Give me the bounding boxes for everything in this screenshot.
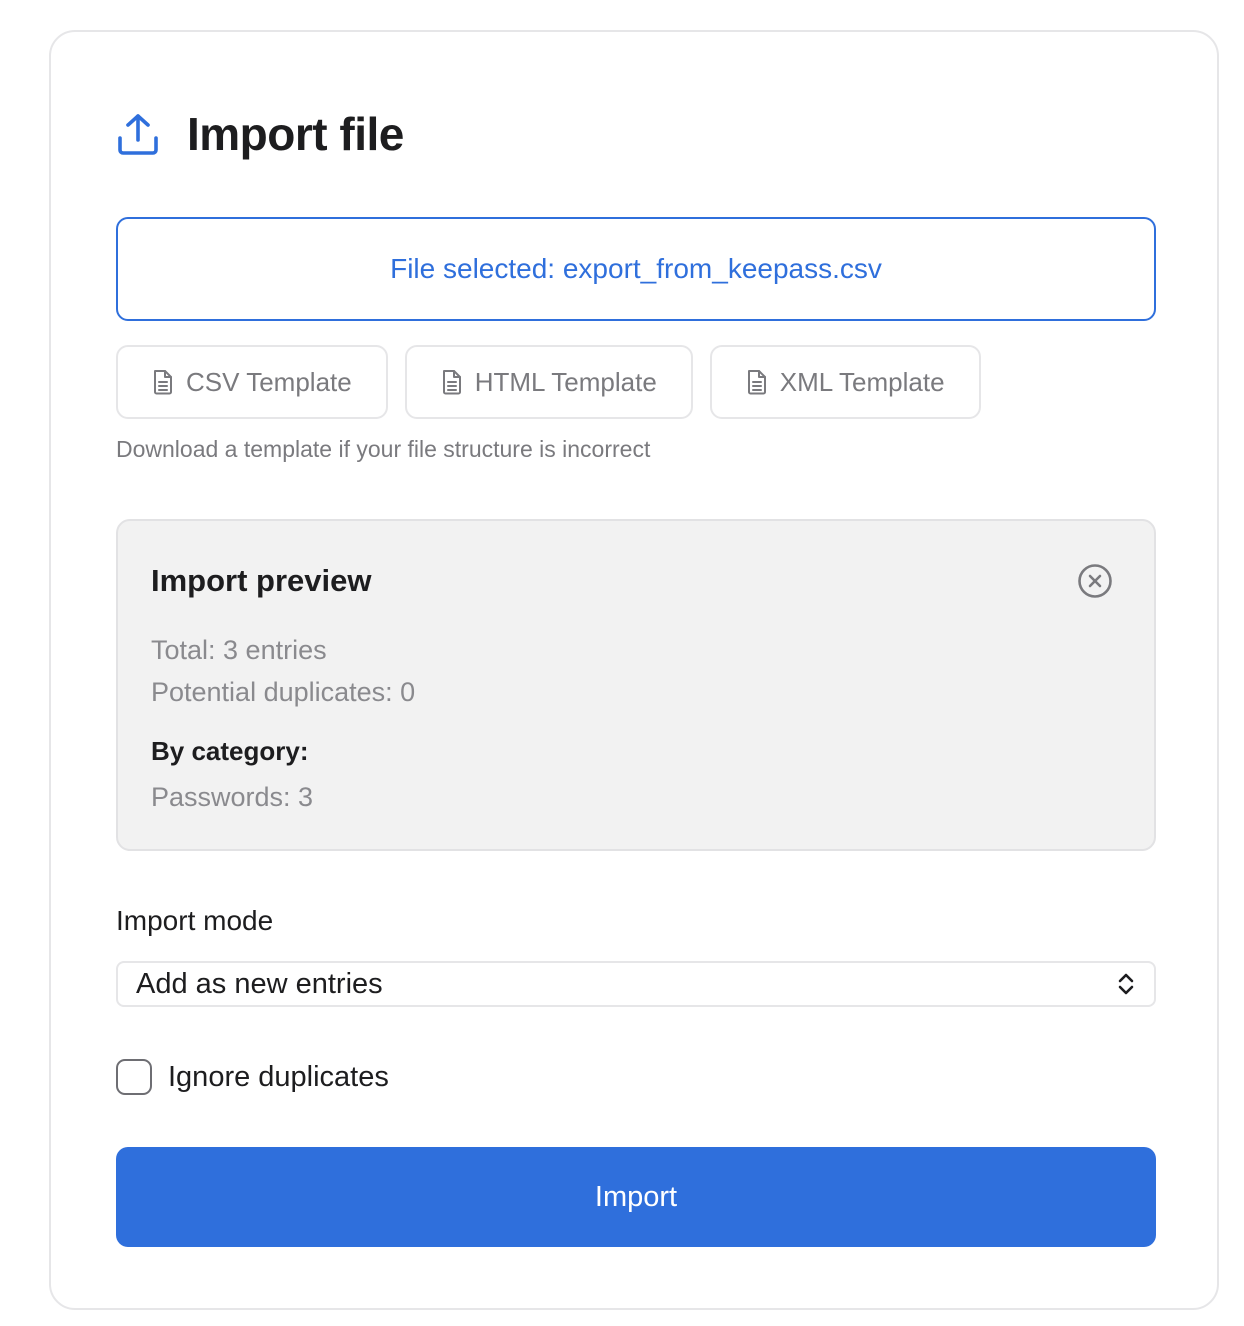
import-mode-select[interactable]: Add as new entries bbox=[116, 961, 1156, 1007]
template-buttons: CSV Template HTML Template XML Template bbox=[116, 345, 981, 419]
potential-duplicates: Potential duplicates: 0 bbox=[151, 677, 416, 707]
page-title: Import file bbox=[187, 108, 404, 160]
ignore-duplicates-row: Ignore duplicates bbox=[116, 1059, 389, 1095]
html-template-label: HTML Template bbox=[474, 366, 657, 397]
file-select-button[interactable]: File selected: export_from_keepass.csv bbox=[116, 217, 1156, 321]
document-icon bbox=[441, 368, 465, 396]
document-icon bbox=[152, 368, 176, 396]
preview-title: Import preview bbox=[151, 563, 372, 598]
upload-icon bbox=[117, 112, 159, 156]
by-category-label: By category: bbox=[151, 736, 309, 766]
total-entries: Total: 3 entries bbox=[151, 635, 327, 665]
category-passwords: Passwords: 3 bbox=[151, 782, 314, 812]
import-button[interactable]: Import bbox=[116, 1147, 1156, 1247]
xml-template-label: XML Template bbox=[779, 366, 945, 397]
import-preview-panel: Import preview Total: 3 entries Potentia… bbox=[116, 519, 1156, 851]
ignore-duplicates-label[interactable]: Ignore duplicates bbox=[168, 1061, 389, 1094]
document-icon bbox=[746, 368, 770, 396]
csv-template-button[interactable]: CSV Template bbox=[116, 345, 388, 419]
ignore-duplicates-checkbox[interactable] bbox=[116, 1059, 152, 1095]
import-mode-label: Import mode bbox=[116, 905, 274, 936]
xml-template-button[interactable]: XML Template bbox=[709, 345, 981, 419]
chevron-up-down-icon bbox=[1116, 971, 1136, 997]
header: Import file bbox=[117, 106, 404, 162]
file-selected-label: File selected: export_from_keepass.csv bbox=[390, 253, 882, 284]
import-button-label: Import bbox=[594, 1180, 678, 1213]
import-mode-value: Add as new entries bbox=[136, 967, 383, 1000]
close-circle-icon[interactable] bbox=[1076, 562, 1114, 600]
template-hint: Download a template if your file structu… bbox=[116, 436, 651, 462]
html-template-button[interactable]: HTML Template bbox=[404, 345, 693, 419]
csv-template-label: CSV Template bbox=[186, 366, 352, 397]
import-card: Import file File selected: export_from_k… bbox=[49, 30, 1219, 1310]
